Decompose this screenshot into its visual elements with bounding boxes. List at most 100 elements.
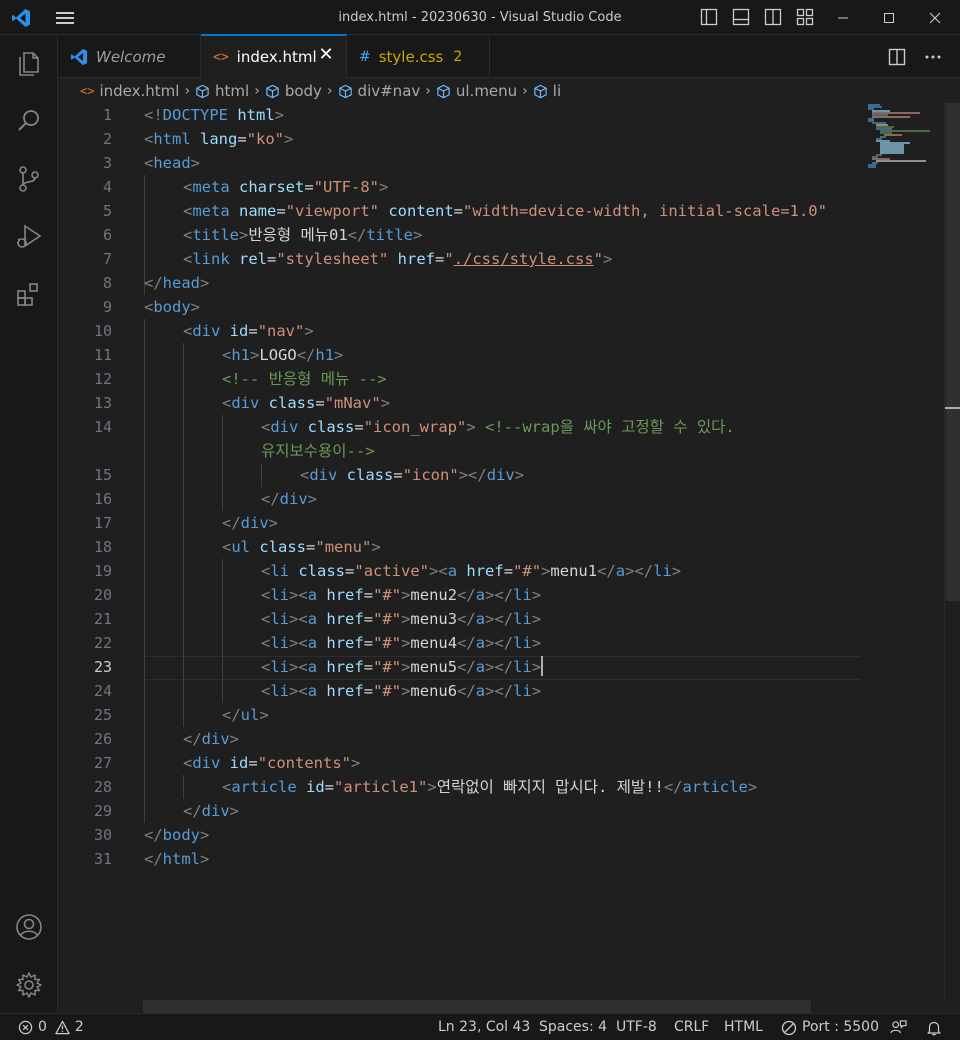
line-number: 28 xyxy=(93,778,112,796)
breadcrumb: <> index.html › html › body › div#nav › … xyxy=(58,79,960,103)
code-line-28: <article id="article1">연락없이 빠지지 맙시다. 제발!… xyxy=(222,778,758,796)
line-number: 2 xyxy=(102,130,112,148)
warning-count: 2 xyxy=(74,1019,84,1035)
explorer-button[interactable] xyxy=(0,39,58,87)
breadcrumb-label: body xyxy=(284,82,322,100)
breadcrumb-label: li xyxy=(552,82,562,100)
code-line-29: </div> xyxy=(183,802,240,820)
chevron-right-icon: › xyxy=(425,83,431,99)
line-number: 9 xyxy=(102,298,112,316)
run-and-debug-button[interactable] xyxy=(0,213,58,261)
line-number: 22 xyxy=(93,634,112,652)
line-number: 18 xyxy=(93,538,112,556)
application-menu-button[interactable] xyxy=(54,9,76,27)
line-number: 17 xyxy=(93,514,112,532)
code-line-31: </html> xyxy=(144,850,210,868)
code-editor[interactable]: 1 2 3 4 5 6 7 8 9 10 11 12 13 14 15 16 17 18 19 20 21 22 23 24 2… xyxy=(58,103,944,1000)
tab-index-html[interactable]: <> index.html ✕ xyxy=(201,34,347,78)
chevron-right-icon: › xyxy=(522,83,528,99)
minimap-preview xyxy=(868,104,930,168)
gear-icon xyxy=(16,972,42,998)
scrollbar-thumb[interactable] xyxy=(946,103,960,601)
minimize-button[interactable] xyxy=(820,0,866,35)
tab-style-css[interactable]: # style.css 2 xyxy=(347,35,490,78)
vscode-logo-icon xyxy=(12,9,30,27)
close-window-button[interactable] xyxy=(912,0,958,35)
indent-guide xyxy=(183,343,184,727)
no-entry-icon xyxy=(781,1020,797,1035)
customize-layout-icon[interactable] xyxy=(796,8,814,26)
line-number: 8 xyxy=(102,274,112,292)
code-line-12: <!-- 반응형 메뉴 --> xyxy=(222,370,387,388)
breadcrumb-body[interactable]: body xyxy=(265,82,322,100)
manage-settings-button[interactable] xyxy=(0,961,58,1009)
extensions-button[interactable] xyxy=(0,271,58,319)
cursor-position-status[interactable]: Ln 23, Col 43 xyxy=(438,1014,530,1040)
maximize-icon xyxy=(884,12,894,23)
code-line-20: <li><a href="#">menu2</a></li> xyxy=(261,586,542,604)
search-button[interactable] xyxy=(0,97,58,145)
stylesheet-link[interactable]: ./css/style.css xyxy=(454,250,594,268)
line-number: 12 xyxy=(93,370,112,388)
layout-controls xyxy=(700,8,814,26)
breadcrumb-label: div#nav xyxy=(357,82,421,100)
code-line-27: <div id="contents"> xyxy=(183,754,361,772)
code-line-10: <div id="nav"> xyxy=(183,322,314,340)
indent-guide xyxy=(144,319,145,823)
problems-status[interactable]: 0 2 xyxy=(18,1014,84,1040)
activity-bar xyxy=(0,35,58,1013)
encoding-status[interactable]: UTF-8 xyxy=(616,1014,657,1040)
code-line-22: <li><a href="#">menu4</a></li> xyxy=(261,634,542,652)
breadcrumb-ul-menu[interactable]: ul.menu xyxy=(436,82,517,100)
chevron-right-icon: › xyxy=(184,83,191,99)
live-server-port-status[interactable]: Port : 5500 xyxy=(781,1014,879,1040)
toggle-primary-sidebar-icon[interactable] xyxy=(700,8,718,26)
code-line-14-wrap: 유지보수용이--> xyxy=(261,442,375,460)
vertical-scrollbar[interactable] xyxy=(944,103,960,1000)
breadcrumb-label: ul.menu xyxy=(455,82,518,100)
line-number: 1 xyxy=(102,106,112,124)
editor-actions xyxy=(888,35,960,78)
code-line-24: <li><a href="#">menu6</a></li> xyxy=(261,682,542,700)
code-line-30: </body> xyxy=(144,826,210,844)
accounts-button[interactable] xyxy=(0,903,58,951)
code-line-18: <ul class="menu"> xyxy=(222,538,381,556)
notifications-button[interactable] xyxy=(926,1014,942,1040)
close-tab-icon[interactable]: ✕ xyxy=(318,46,334,64)
code-line-1: <!DOCTYPE html> xyxy=(144,106,285,124)
indent-guide xyxy=(222,559,223,703)
code-line-17: </div> xyxy=(222,514,279,532)
breadcrumb-html[interactable]: html xyxy=(195,82,249,100)
toggle-secondary-sidebar-icon[interactable] xyxy=(764,8,782,26)
breadcrumb-div-nav[interactable]: div#nav xyxy=(338,82,421,100)
search-icon xyxy=(18,110,39,131)
code-line-14: <div class="icon_wrap"> <!--wrap을 싸야 고정할… xyxy=(261,418,735,436)
error-icon xyxy=(18,1020,33,1035)
line-number: 26 xyxy=(93,730,112,748)
indentation-status[interactable]: Spaces: 4 xyxy=(539,1014,607,1040)
breadcrumb-file[interactable]: <> index.html xyxy=(80,82,179,100)
line-number: 27 xyxy=(93,754,112,772)
breadcrumb-label: index.html xyxy=(99,82,180,100)
maximize-button[interactable] xyxy=(866,0,912,35)
horizontal-scrollbar[interactable] xyxy=(143,1000,811,1013)
line-number: 11 xyxy=(93,346,112,364)
run-debug-icon xyxy=(17,224,42,248)
eol-status[interactable]: CRLF xyxy=(674,1014,709,1040)
port-label: Port : 5500 xyxy=(802,1019,879,1035)
tab-welcome[interactable]: Welcome xyxy=(58,35,201,78)
minimap[interactable] xyxy=(860,103,944,1000)
code-line-16: </div> xyxy=(261,490,318,508)
more-actions-icon[interactable] xyxy=(924,48,942,66)
language-mode-status[interactable]: HTML xyxy=(724,1014,763,1040)
breadcrumb-li[interactable]: li xyxy=(533,82,561,100)
line-number: 24 xyxy=(93,682,112,700)
source-control-button[interactable] xyxy=(0,155,58,203)
line-number: 5 xyxy=(102,202,112,220)
code-line-21: <li><a href="#">menu3</a></li> xyxy=(261,610,542,628)
feedback-button[interactable] xyxy=(890,1014,907,1040)
line-number xyxy=(62,439,112,463)
split-editor-icon[interactable] xyxy=(888,48,906,66)
toggle-panel-icon[interactable] xyxy=(732,8,750,26)
line-number: 7 xyxy=(102,250,112,268)
